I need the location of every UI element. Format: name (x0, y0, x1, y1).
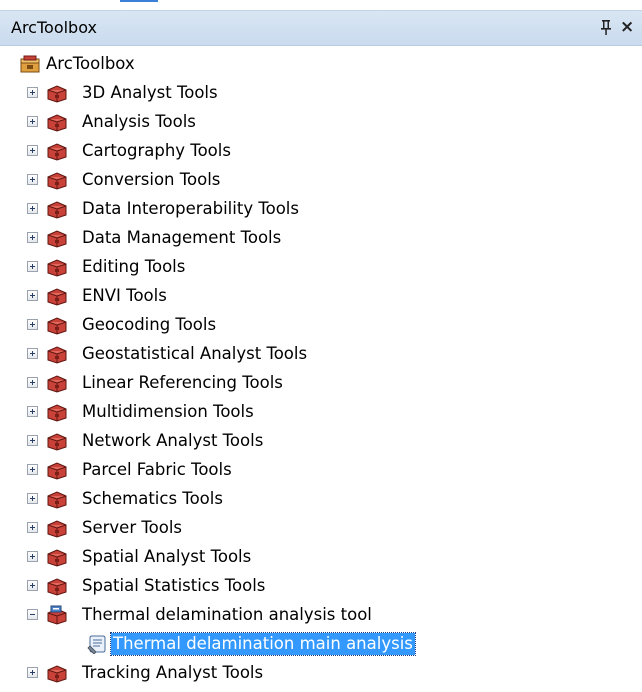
toolbox-item[interactable]: Geostatistical Analyst Tools (0, 340, 600, 369)
toolbox-icon (47, 201, 67, 219)
window-titlebar: ArcToolbox × (0, 10, 642, 46)
toolbox-icon (47, 462, 67, 480)
active-tab-indicator (120, 0, 158, 2)
toolbox-label: ENVI Tools (82, 286, 167, 305)
top-strip (0, 0, 642, 10)
toolbox-item[interactable]: Analysis Tools (0, 108, 600, 137)
expand-toggle[interactable] (27, 667, 38, 678)
toolbox-label: Network Analyst Tools (82, 431, 264, 450)
toolbox-label: Tracking Analyst Tools (82, 663, 264, 682)
expand-toggle[interactable] (27, 435, 38, 446)
tree-root[interactable]: ArcToolbox (0, 50, 600, 79)
toolbox-label: 3D Analyst Tools (82, 83, 218, 102)
toolbox-label: Editing Tools (82, 257, 186, 276)
toolbox-item[interactable]: Linear Referencing Tools (0, 369, 600, 398)
expand-toggle[interactable] (27, 464, 38, 475)
expand-toggle[interactable] (27, 87, 38, 98)
toolbox-item[interactable]: Cartography Tools (0, 137, 600, 166)
toolbox-item[interactable]: Multidimension Tools (0, 398, 600, 427)
toolbox-item[interactable]: Network Analyst Tools (0, 427, 600, 456)
toolbox-label: Geostatistical Analyst Tools (82, 344, 308, 363)
expand-toggle[interactable] (27, 319, 38, 330)
toolbox-item[interactable]: Parcel Fabric Tools (0, 456, 600, 485)
toolbox-label: Parcel Fabric Tools (82, 460, 232, 479)
expand-toggle[interactable] (27, 348, 38, 359)
expand-toggle[interactable] (27, 261, 38, 272)
script-tool-label: Thermal delamination main analysis (110, 632, 416, 656)
toolbox-item[interactable]: Data Management Tools (0, 224, 600, 253)
toolbox-label: Server Tools (82, 518, 182, 537)
toolbox-icon (47, 578, 67, 596)
toolbox-item[interactable]: ENVI Tools (0, 282, 600, 311)
toolbox-label: Cartography Tools (82, 141, 231, 160)
toolbox-item[interactable]: Conversion Tools (0, 166, 600, 195)
toolbox-icon (47, 375, 67, 393)
toolbox-item[interactable]: Server Tools (0, 514, 600, 543)
expand-toggle[interactable] (27, 406, 38, 417)
expand-toggle[interactable] (27, 232, 38, 243)
toolbox-icon (47, 230, 67, 248)
toolbox-icon (47, 346, 67, 364)
toolbox-label: Spatial Analyst Tools (82, 547, 252, 566)
toolbox-item[interactable]: Editing Tools (0, 253, 600, 282)
expand-toggle[interactable] (27, 290, 38, 301)
collapse-toggle[interactable] (27, 609, 38, 620)
pin-icon[interactable] (598, 19, 614, 37)
expand-toggle[interactable] (27, 580, 38, 591)
toolbox-label: Thermal delamination analysis tool (82, 605, 372, 624)
expand-toggle[interactable] (27, 116, 38, 127)
toolbox-label: Data Management Tools (82, 228, 282, 247)
expand-toggle[interactable] (27, 145, 38, 156)
toolbox-icon (47, 288, 67, 306)
toolbox-icon (47, 317, 67, 335)
toolbox-item[interactable]: Thermal delamination analysis tool (0, 601, 600, 630)
toolbox-icon (47, 172, 67, 190)
toolbox-item[interactable]: Data Interoperability Tools (0, 195, 600, 224)
toolbox-item[interactable]: Tracking Analyst Tools (0, 659, 600, 688)
arctoolbox-root-icon (20, 55, 40, 73)
toolbox-label: Conversion Tools (82, 170, 221, 189)
toolbox-icon (47, 114, 67, 132)
window-title: ArcToolbox (11, 18, 97, 37)
toolbox-icon (47, 549, 67, 567)
expand-toggle[interactable] (27, 493, 38, 504)
expand-toggle[interactable] (27, 174, 38, 185)
toolbox-icon (47, 143, 67, 161)
expand-toggle[interactable] (27, 551, 38, 562)
toolbox-icon (47, 491, 67, 509)
toolbox-label: Schematics Tools (82, 489, 223, 508)
toolbox-icon (47, 85, 67, 103)
toolbox-item[interactable]: Schematics Tools (0, 485, 600, 514)
toolbox-item[interactable]: Spatial Analyst Tools (0, 543, 600, 572)
toolbox-label: Analysis Tools (82, 112, 196, 131)
close-icon[interactable]: × (620, 17, 634, 37)
toolbox-item[interactable]: 3D Analyst Tools (0, 79, 600, 108)
toolbox-item[interactable]: Geocoding Tools (0, 311, 600, 340)
toolbox-label: Spatial Statistics Tools (82, 576, 266, 595)
script-tool-item[interactable]: Thermal delamination main analysis (0, 630, 600, 659)
toolbox-label: Linear Referencing Tools (82, 373, 283, 392)
script-tool-icon (87, 635, 106, 654)
toolbox-icon (47, 259, 67, 277)
toolbox-icon (47, 665, 67, 683)
toolbox-label: Data Interoperability Tools (82, 199, 299, 218)
toolbox-icon (47, 520, 67, 538)
toolbox-label: Geocoding Tools (82, 315, 217, 334)
expand-toggle[interactable] (27, 203, 38, 214)
expand-toggle[interactable] (27, 522, 38, 533)
toolbox-item[interactable]: Spatial Statistics Tools (0, 572, 600, 601)
toolbox-icon (47, 433, 67, 451)
tree-root-label: ArcToolbox (46, 54, 135, 73)
toolbox-open-icon (47, 605, 67, 625)
toolbox-label: Multidimension Tools (82, 402, 254, 421)
expand-toggle[interactable] (27, 377, 38, 388)
toolbox-icon (47, 404, 67, 422)
